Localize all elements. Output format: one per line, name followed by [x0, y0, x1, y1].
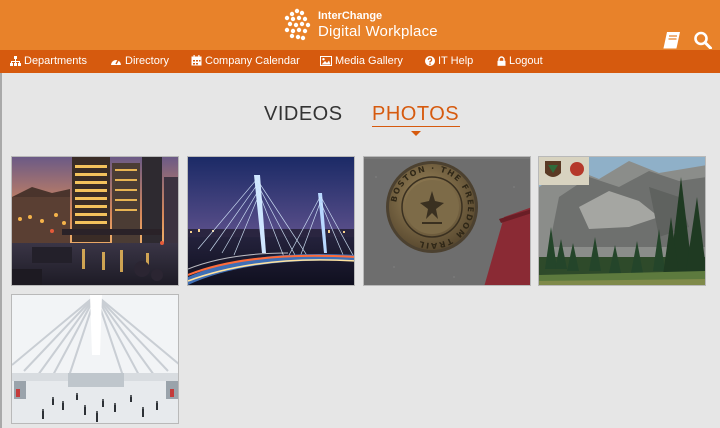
tab-photos[interactable]: PHOTOS — [372, 103, 459, 126]
nav-item-media-gallery[interactable]: Media Gallery — [320, 50, 403, 73]
main-nav: Departments Directory Company Calendar M… — [0, 50, 720, 73]
nav-label: Logout — [509, 55, 543, 67]
lock-icon — [497, 56, 506, 66]
photo-thumbnail-bridge[interactable] — [187, 156, 355, 286]
nav-item-it-help[interactable]: IT Help — [425, 50, 473, 73]
photo-thumbnail-valley[interactable] — [538, 156, 706, 286]
active-tab-caret-icon — [411, 131, 421, 136]
top-header: InterChange Digital Workplace — [0, 0, 720, 50]
dashboard-icon — [111, 59, 121, 65]
image-icon — [320, 56, 332, 66]
photo-thumbnail-station[interactable] — [11, 294, 179, 424]
valley-image — [539, 157, 705, 285]
photo-thumbnail-city-waterfront[interactable] — [11, 156, 179, 286]
calendar-icon — [191, 55, 202, 66]
brand-line1: InterChange — [318, 10, 383, 22]
tab-videos[interactable]: VIDEOS — [264, 103, 343, 126]
brand-logo[interactable]: InterChange Digital Workplace — [280, 6, 480, 44]
content-border — [0, 73, 2, 428]
nav-item-departments[interactable]: Departments — [10, 50, 87, 73]
active-tab-underline — [372, 126, 460, 127]
nav-item-company-calendar[interactable]: Company Calendar — [191, 50, 300, 73]
question-icon — [425, 56, 435, 66]
logo-mark-icon — [284, 8, 311, 41]
brand-name: InterChange Digital Workplace — [318, 10, 438, 41]
bridge-image — [188, 157, 354, 285]
brand-line2: Digital Workplace — [318, 23, 438, 40]
photo-thumbnail-freedom-trail[interactable]: BOSTON · THE FREEDOM TRAIL — [363, 156, 531, 286]
nav-label: IT Help — [438, 55, 474, 67]
station-interior-image — [12, 295, 178, 423]
nav-label: Directory — [125, 55, 170, 67]
nav-item-directory[interactable]: Directory — [110, 50, 169, 73]
nav-label: Media Gallery — [335, 55, 403, 67]
book-icon[interactable] — [662, 31, 682, 49]
city-waterfront-image — [12, 157, 178, 285]
search-icon[interactable] — [693, 31, 713, 49]
nav-label: Company Calendar — [205, 55, 300, 67]
nav-item-logout[interactable]: Logout — [497, 50, 543, 73]
freedom-trail-marker-image: BOSTON · THE FREEDOM TRAIL — [364, 157, 530, 285]
nav-label: Departments — [24, 55, 87, 67]
sitemap-icon — [10, 56, 21, 66]
